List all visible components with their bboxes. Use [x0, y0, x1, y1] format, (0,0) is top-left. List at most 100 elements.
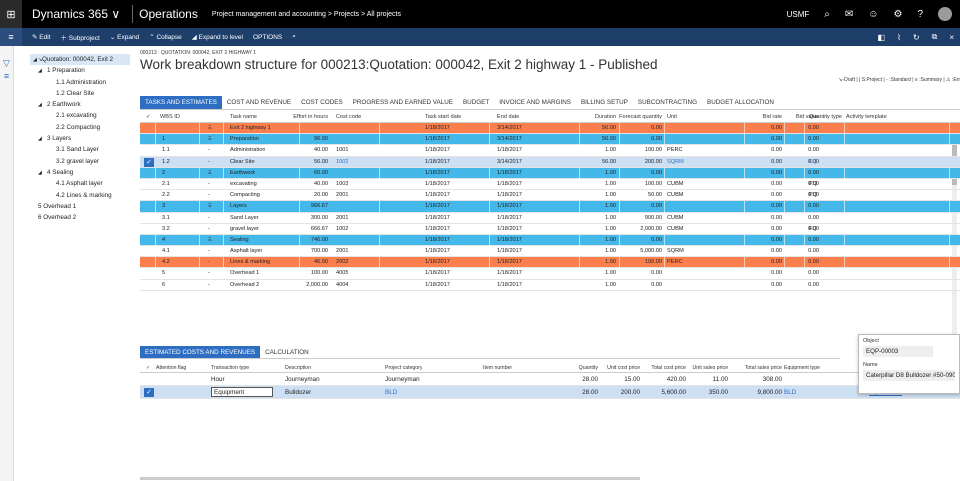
column-header-ttype[interactable]: Transaction type: [211, 363, 249, 373]
company-label[interactable]: USMF: [787, 10, 810, 19]
column-header-eq[interactable]: Equipment type: [784, 363, 820, 373]
cell-wbs[interactable]: 4: [162, 235, 165, 246]
tab-calculation[interactable]: CALCULATION: [260, 346, 314, 358]
action-search-icon[interactable]: ⌕: [292, 33, 296, 41]
collapse-button[interactable]: ⌃ Collapse: [149, 33, 182, 41]
tab-progress-and-earned-value[interactable]: PROGRESS AND EARNED VALUE: [348, 96, 458, 109]
cell-task[interactable]: Preparation: [230, 134, 259, 145]
tab-tasks-and-estimates[interactable]: TASKS AND ESTIMATES: [140, 96, 222, 109]
cell-wbs[interactable]: 1.2: [162, 157, 170, 168]
tree-node[interactable]: 5 Overhead 1: [30, 201, 130, 212]
cell-wbs[interactable]: 3.2: [162, 224, 170, 235]
popout-icon[interactable]: ⧉: [932, 32, 938, 42]
tab-budget-allocation[interactable]: BUDGET ALLOCATION: [702, 96, 779, 109]
cell-wbs[interactable]: 2.1: [162, 179, 170, 190]
table-row[interactable]: 3 Ξ Layers 966.67 1/18/2017 1/18/2017 1.00 0.00…: [140, 201, 960, 213]
table-row[interactable]: 2.2 - Compacting 20.00 2001 1/18/2017 1/18/201…: [140, 190, 960, 202]
breadcrumb[interactable]: Project management and accounting > Proj…: [212, 11, 401, 18]
tab-billing-setup[interactable]: BILLING SETUP: [576, 96, 633, 109]
expand-toggle-icon[interactable]: ◢: [38, 66, 47, 76]
tab-subcontracting[interactable]: SUBCONTRACTING: [633, 96, 702, 109]
cell-task[interactable]: Layers: [230, 201, 247, 212]
module-name[interactable]: Operations: [139, 7, 198, 21]
smiley-icon[interactable]: ☺: [868, 9, 878, 20]
cell-wbs[interactable]: 3.1: [162, 213, 170, 224]
column-header-desc[interactable]: Description: [285, 363, 311, 373]
subproject-button[interactable]: ＋ Subproject: [60, 32, 99, 42]
tree-node[interactable]: 4.1 Asphalt layer: [30, 178, 130, 189]
cell-wbs[interactable]: 2: [162, 168, 165, 179]
tab-estimated-costs-and-revenues[interactable]: ESTIMATED COSTS AND REVENUES: [140, 346, 261, 358]
table-row[interactable]: 1.1 - Administration 40.00 1001 1/18/2017 1/18…: [140, 145, 960, 157]
cell-wbs[interactable]: 2.2: [162, 190, 170, 201]
table-row[interactable]: 4.2 - Lines & marking 46.00 2002 1/18/2017 1/1…: [140, 257, 960, 269]
options-button[interactable]: OPTIONS: [253, 34, 282, 41]
close-icon[interactable]: ×: [949, 33, 954, 42]
expand-toggle-icon[interactable]: ◢ ↘: [33, 55, 42, 65]
row-select-checkbox[interactable]: ✓: [144, 157, 154, 167]
tree-node[interactable]: ◢ 3 Layers: [30, 133, 130, 144]
tree-node[interactable]: 1.2 Clear Site: [30, 88, 130, 99]
table-row[interactable]: 6 - Overhead 2 2,000.00 4004 1/18/2017 1/18/20…: [140, 280, 960, 291]
column-header-wbs[interactable]: WBS ID: [160, 112, 180, 123]
waffle-icon[interactable]: ⊞: [0, 0, 22, 28]
tree-node[interactable]: 4.2 Lines & marking: [30, 190, 130, 201]
list-icon[interactable]: ≡: [0, 71, 13, 81]
column-header-effort[interactable]: Effort in hours: [282, 112, 328, 123]
cell-task[interactable]: Administration: [230, 145, 265, 156]
tab-cost-codes[interactable]: COST CODES: [296, 96, 348, 109]
column-header-check[interactable]: ✓: [146, 363, 150, 373]
tree-node[interactable]: 2.1 excavating: [30, 110, 130, 121]
column-header-check[interactable]: ✓: [146, 112, 151, 123]
expand-button[interactable]: ⌄ Expand: [110, 33, 139, 41]
tree-node[interactable]: 1.1 Administration: [30, 77, 130, 88]
cell-task[interactable]: excavating: [230, 179, 257, 190]
cell-wbs[interactable]: 6: [162, 280, 165, 291]
attach-icon[interactable]: ⌇: [897, 33, 901, 42]
cell-task[interactable]: Compacting: [230, 190, 260, 201]
table-row[interactable]: 2.1 - excavating 40.00 1003 1/18/2017 1/18/201…: [140, 179, 960, 191]
column-header-code[interactable]: Cost code: [336, 112, 361, 123]
table-row[interactable]: 3.2 - gravel layer 666.67 1002 1/18/2017 1/18/…: [140, 224, 960, 235]
cell-task[interactable]: Overhead 2: [230, 280, 259, 291]
cell-task[interactable]: Sand Layer: [230, 213, 259, 224]
tree-node[interactable]: 3.2 gravel layer: [30, 156, 130, 167]
cell-wbs[interactable]: 5: [162, 268, 165, 279]
table-row[interactable]: Ξ Exit 2 highway 1 1/18/2017 3/14/2017 56.00…: [140, 123, 960, 135]
table-row[interactable]: 2 Ξ Earthwork 60.00 1/18/2017 1/18/2017 1.00 0.…: [140, 167, 960, 179]
office-icon[interactable]: ◧: [877, 33, 885, 42]
cell-wbs[interactable]: 3: [162, 201, 165, 212]
column-header-fqty[interactable]: Forecast quantity: [604, 112, 662, 123]
edit-button[interactable]: ✎ Edit: [32, 33, 50, 41]
expand-level-button[interactable]: ◢ Expand to level: [192, 33, 243, 41]
column-header-end[interactable]: End date: [497, 112, 519, 123]
expand-toggle-icon[interactable]: ◢: [38, 134, 47, 144]
column-header-cat[interactable]: Project category: [385, 363, 422, 373]
table-row[interactable]: 5 - Overhead 1 100.00 4005 1/18/2017 1/18/2017…: [140, 268, 960, 280]
help-icon[interactable]: ?: [917, 9, 923, 20]
tree-node[interactable]: ◢ 2 Earthwork: [30, 99, 130, 110]
column-header-bidrate[interactable]: Bid rate: [732, 112, 782, 123]
gear-icon[interactable]: ⚙: [893, 9, 902, 20]
app-name[interactable]: Dynamics 365 ∨: [22, 7, 126, 21]
tab-invoice-and-margins[interactable]: INVOICE AND MARGINS: [494, 96, 576, 109]
expand-toggle-icon[interactable]: ◢: [38, 168, 47, 178]
tree-node[interactable]: ◢ 1 Preparation: [30, 65, 130, 76]
cost-row[interactable]: ✓ Equipment Bulldozer BLD 28.00 200.00 5,600.0…: [140, 386, 960, 399]
column-header-qtytype[interactable]: Quantity type: [809, 112, 842, 123]
cell-wbs[interactable]: 4.2: [162, 257, 170, 268]
search-icon[interactable]: ⌕: [824, 9, 830, 20]
table-row[interactable]: 4 Ξ Sealing 746.00 1/18/2017 1/18/2017 1.00 0.0…: [140, 234, 960, 247]
cost-row[interactable]: Hour Journeyman Journeyman 28.00 15.00 420.00…: [140, 373, 960, 386]
table-row[interactable]: ✓ 1.2 - Clear Site 56.00 1002 1/18/2017 3/14/20…: [140, 156, 960, 168]
refresh-icon[interactable]: ↻: [913, 33, 920, 42]
cell-wbs[interactable]: 4.1: [162, 246, 170, 257]
cell-task[interactable]: Lines & marking: [230, 257, 270, 268]
table-row[interactable]: 1 Ξ Preparation 96.00 1/18/2017 3/14/2017 56.0…: [140, 134, 960, 146]
cell-wbs[interactable]: 1: [162, 134, 165, 145]
column-header-start[interactable]: Task start date: [425, 112, 461, 123]
cell-wbs[interactable]: 1.1: [162, 145, 170, 156]
filter-icon[interactable]: ▽: [0, 58, 13, 69]
tree-node[interactable]: 6 Overhead 2: [30, 212, 130, 223]
chat-icon[interactable]: ✉: [845, 9, 853, 20]
